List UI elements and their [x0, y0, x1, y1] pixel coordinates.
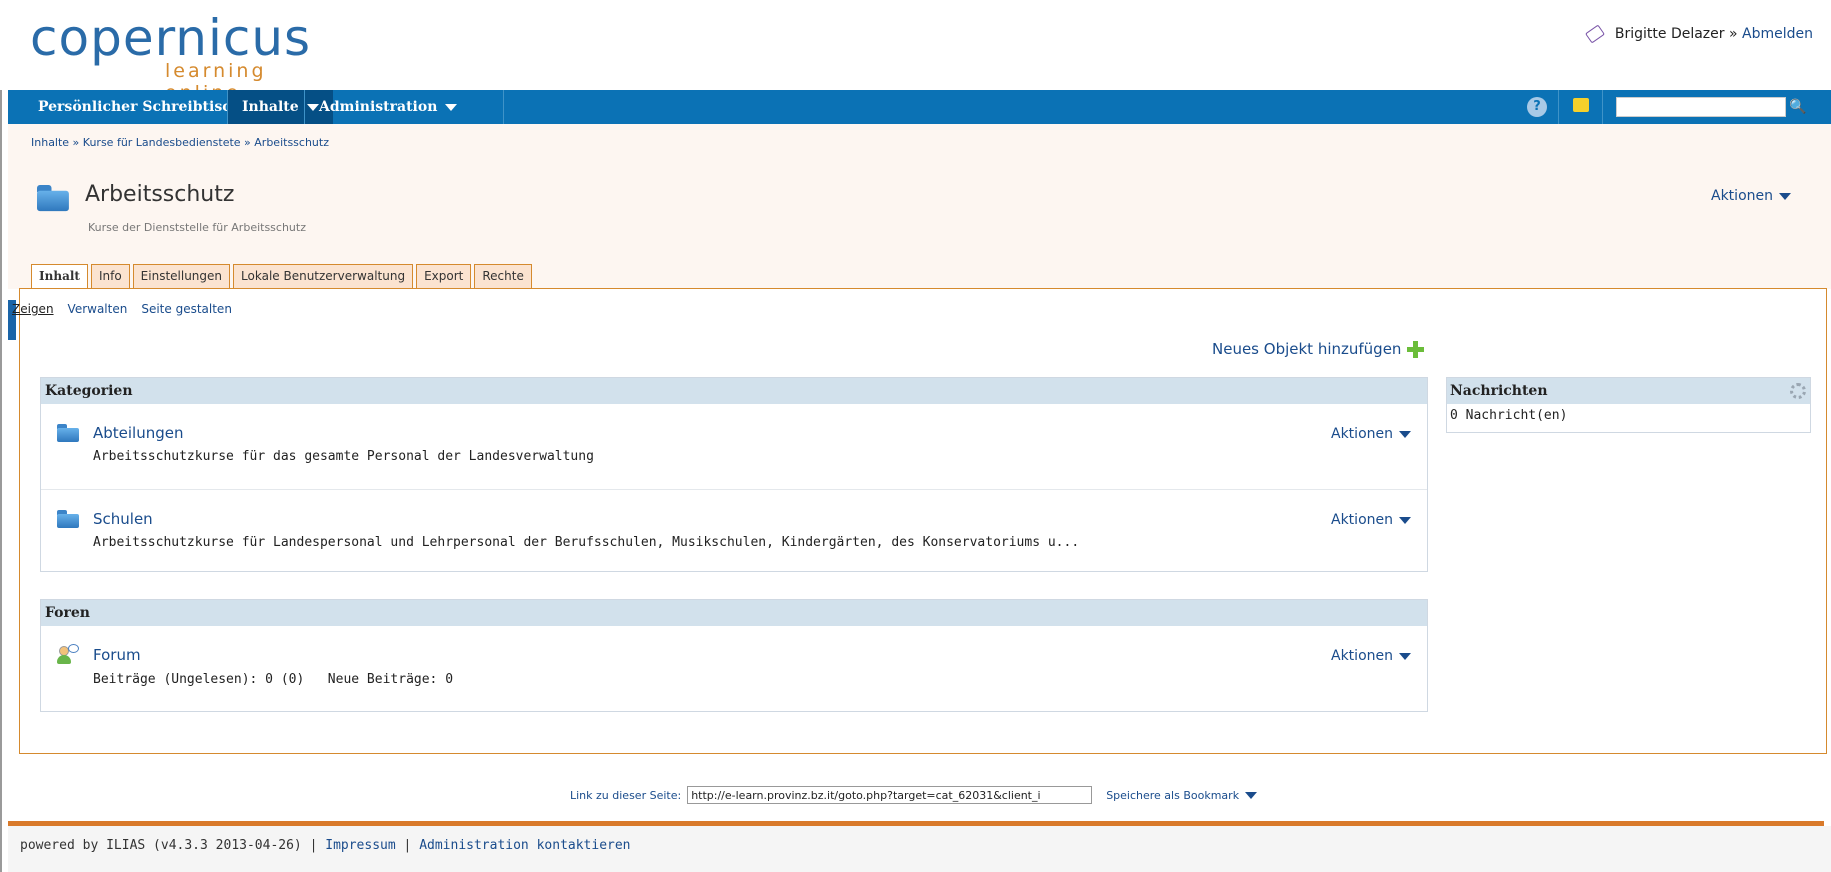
- item-actions-dropdown[interactable]: Aktionen: [1331, 426, 1411, 442]
- footer-separator: |: [403, 838, 412, 853]
- chevron-down-icon: [1399, 652, 1411, 660]
- help-icon[interactable]: ?: [1527, 97, 1547, 117]
- gear-icon[interactable]: [1790, 383, 1806, 399]
- news-heading-label: Nachrichten: [1450, 383, 1548, 399]
- contact-admin-link[interactable]: Administration kontaktieren: [419, 838, 630, 853]
- menu-administration[interactable]: Administration: [305, 90, 471, 124]
- permalink-label: Link zu dieser Seite:: [570, 788, 682, 802]
- page-description: Kurse der Dienststelle für Arbeitsschutz: [88, 221, 306, 234]
- forums-heading: Foren: [41, 600, 1427, 626]
- item-actions-label: Aktionen: [1331, 512, 1393, 528]
- permalink-row: Link zu dieser Seite: Speichere als Book…: [570, 786, 1258, 804]
- list-item: Schulen Arbeitsschutzkurse für Landesper…: [41, 490, 1427, 576]
- user-separator: »: [1728, 26, 1738, 42]
- main-menu-bar: Persönlicher Schreibtisch Inhalte Admini…: [8, 90, 1831, 124]
- header-actions-dropdown[interactable]: Aktionen: [1711, 188, 1791, 204]
- menu-divider: [503, 90, 504, 124]
- forum-icon: [57, 644, 79, 666]
- impressum-link[interactable]: Impressum: [325, 838, 395, 853]
- user-name: Brigitte Delazer: [1614, 26, 1725, 42]
- item-title-link[interactable]: Abteilungen: [93, 424, 184, 442]
- menu-administration-label: Administration: [319, 99, 438, 115]
- logo-wordmark: copernicus: [30, 9, 312, 67]
- folder-icon: [57, 510, 79, 528]
- list-item: Forum Beiträge (Ungelesen): 0 (0) Neue B…: [41, 626, 1427, 710]
- item-actions-dropdown[interactable]: Aktionen: [1331, 512, 1411, 528]
- item-description: Arbeitsschutzkurse für das gesamte Perso…: [93, 449, 594, 464]
- tag-icon: [1584, 24, 1605, 44]
- chevron-down-icon: [1245, 792, 1258, 799]
- subtab-bar: Zeigen Verwalten Seite gestalten: [12, 302, 232, 316]
- tab-bar: Inhalt Info Einstellungen Lokale Benutze…: [31, 264, 532, 289]
- plus-icon: [1407, 340, 1425, 358]
- news-heading: Nachrichten: [1447, 378, 1810, 404]
- tab-info[interactable]: Info: [90, 264, 130, 289]
- folder-icon: [57, 424, 79, 442]
- search-input[interactable]: [1616, 97, 1786, 117]
- menu-personal-desktop-label: Persönlicher Schreibtisch: [38, 99, 241, 115]
- subtab-show[interactable]: Zeigen: [12, 302, 54, 316]
- item-actions-label: Aktionen: [1331, 648, 1393, 664]
- forums-block: Foren Forum Beiträge (Ungelesen): 0 (0) …: [40, 599, 1428, 712]
- page-header: copernicus learning online Brigitte Dela…: [0, 0, 1831, 104]
- breadcrumb[interactable]: Inhalte » Kurse für Landesbedienstete » …: [31, 136, 329, 149]
- add-new-object-button[interactable]: Neues Objekt hinzufügen: [1212, 340, 1425, 358]
- menu-divider: [1602, 90, 1603, 124]
- logout-link[interactable]: Abmelden: [1742, 26, 1813, 42]
- tab-local-user-admin[interactable]: Lokale Benutzerverwaltung: [233, 264, 414, 289]
- add-new-object-label: Neues Objekt hinzufügen: [1212, 340, 1402, 358]
- page-title: Arbeitsschutz: [85, 182, 235, 207]
- copernicus-logo[interactable]: copernicus learning online: [30, 9, 350, 104]
- menu-repository-label: Inhalte: [242, 99, 299, 115]
- categories-block: Kategorien Abteilungen Arbeitsschutzkurs…: [40, 377, 1428, 572]
- chevron-down-icon: [445, 103, 458, 111]
- header-actions-label: Aktionen: [1711, 188, 1773, 204]
- powered-by-text: powered by ILIAS (v4.3.3 2013-04-26) |: [20, 838, 318, 853]
- categories-heading: Kategorien: [41, 378, 1427, 404]
- item-title-link[interactable]: Schulen: [93, 510, 153, 528]
- item-description: Beiträge (Ungelesen): 0 (0) Neue Beiträg…: [93, 672, 454, 687]
- news-body: 0 Nachricht(en): [1450, 408, 1568, 423]
- item-actions-dropdown[interactable]: Aktionen: [1331, 648, 1411, 664]
- folder-icon: [37, 185, 69, 212]
- item-title-link[interactable]: Forum: [93, 646, 141, 664]
- subtab-page-design[interactable]: Seite gestalten: [141, 302, 232, 316]
- menu-divider: [1558, 90, 1559, 124]
- tab-content[interactable]: Inhalt: [31, 264, 88, 289]
- tab-export[interactable]: Export: [416, 264, 472, 289]
- chat-icon[interactable]: [1573, 98, 1589, 112]
- news-block: Nachrichten 0 Nachricht(en): [1446, 377, 1811, 433]
- item-actions-label: Aktionen: [1331, 426, 1393, 442]
- bookmark-dropdown[interactable]: Speichere als Bookmark: [1106, 788, 1258, 802]
- tab-permissions[interactable]: Rechte: [474, 264, 532, 289]
- subtab-manage[interactable]: Verwalten: [68, 302, 128, 316]
- left-frame-edge: [0, 0, 2, 872]
- bookmark-label: Speichere als Bookmark: [1106, 788, 1240, 802]
- item-description: Arbeitsschutzkurse für Landespersonal un…: [93, 535, 1080, 550]
- user-area: Brigitte Delazer » Abmelden: [1584, 24, 1813, 44]
- footer-text: powered by ILIAS (v4.3.3 2013-04-26) | I…: [20, 838, 631, 853]
- chevron-down-icon: [1399, 516, 1411, 524]
- chevron-down-icon: [1399, 430, 1411, 438]
- permalink-field[interactable]: [687, 786, 1093, 804]
- tab-settings[interactable]: Einstellungen: [132, 264, 231, 289]
- list-item: Abteilungen Arbeitsschutzkurse für das g…: [41, 404, 1427, 490]
- chevron-down-icon: [1779, 192, 1791, 200]
- search-icon[interactable]: 🔍: [1788, 97, 1808, 117]
